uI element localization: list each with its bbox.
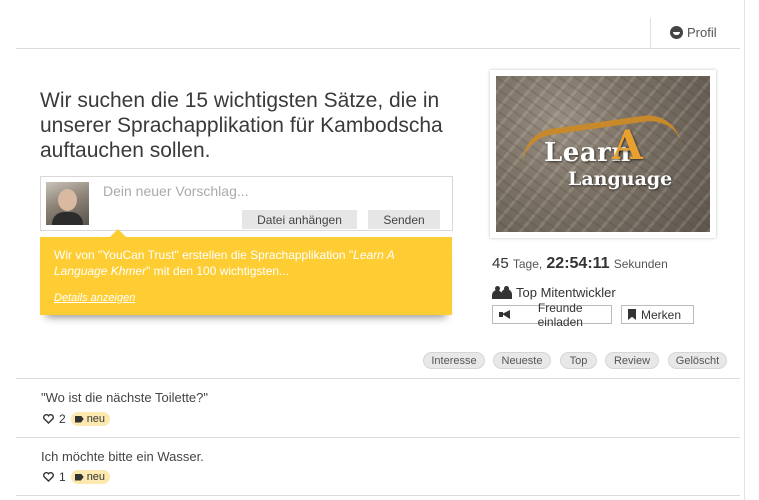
topbar-divider — [650, 18, 651, 48]
top-bar: Profil — [16, 0, 740, 49]
filter-interesse[interactable]: Interesse — [423, 352, 485, 369]
countdown-seconds-label: Sekunden — [613, 257, 668, 271]
filter-neueste[interactable]: Neueste — [493, 352, 551, 369]
suggestion-text[interactable]: "Wo ist die nächste Toilette?" — [41, 390, 208, 405]
info-text-suffix: " mit den 100 wichtigsten... — [146, 264, 290, 278]
profile-link[interactable]: Profil — [670, 25, 717, 40]
people-icon — [492, 286, 512, 299]
status-badge-label: neu — [86, 413, 106, 425]
filter-top[interactable]: Top — [560, 352, 597, 369]
heart-icon[interactable] — [43, 414, 54, 424]
info-text-prefix: Wir von "YouCan Trust" erstellen die Spr… — [54, 248, 354, 262]
countdown-days-label: Tage, — [512, 257, 543, 271]
heart-icon[interactable] — [43, 472, 54, 482]
logo-a: A — [612, 122, 644, 169]
logo-language: Language — [568, 168, 673, 190]
like-count: 2 — [59, 412, 66, 426]
stone-relief-image: Learn A Language — [496, 76, 710, 232]
bookmark-button[interactable]: Merken — [621, 305, 694, 324]
info-callout: Wir von "YouCan Trust" erstellen die Spr… — [40, 229, 452, 315]
filter-geloescht[interactable]: Gelöscht — [668, 352, 727, 369]
status-badge: neu — [70, 412, 111, 426]
like-count: 1 — [59, 470, 66, 484]
bookmark-icon — [628, 309, 636, 320]
top-developers-link[interactable]: Top Mitentwickler — [492, 285, 616, 300]
suggestion-text[interactable]: Ich möchte bitte ein Wasser. — [41, 449, 204, 464]
status-badge-label: neu — [86, 471, 106, 483]
user-icon — [670, 26, 683, 39]
megaphone-icon — [499, 310, 511, 319]
suggestion-input[interactable] — [101, 182, 435, 200]
challenge-headline: Wir suchen die 15 wichtigsten Sätze, die… — [40, 89, 443, 162]
tag-icon — [74, 473, 84, 481]
status-badge: neu — [70, 470, 111, 484]
details-link[interactable]: Details anzeigen — [54, 290, 135, 306]
list-divider — [16, 495, 740, 496]
bookmark-label: Merken — [641, 307, 682, 322]
top-developers-label: Top Mitentwickler — [516, 285, 616, 300]
suggestion-meta: 2 neu — [43, 412, 111, 426]
countdown: 45 Tage, 22:54:11 Sekunden — [492, 255, 668, 273]
tag-icon — [74, 415, 84, 423]
info-text: Wir von "YouCan Trust" erstellen die Spr… — [54, 247, 434, 279]
send-button[interactable]: Senden — [368, 210, 440, 229]
attach-file-button[interactable]: Datei anhängen — [242, 210, 357, 229]
list-divider — [16, 378, 740, 379]
page-border-right — [744, 0, 745, 500]
suggestion-meta: 1 neu — [43, 470, 111, 484]
filter-review[interactable]: Review — [605, 352, 659, 369]
suggestion-composer: Datei anhängen Senden — [40, 176, 453, 231]
profile-label: Profil — [687, 25, 717, 40]
countdown-days: 45 — [492, 255, 509, 272]
list-divider — [16, 437, 740, 438]
invite-friends-label: Freunde einladen — [537, 300, 583, 329]
countdown-time: 22:54:11 — [546, 255, 610, 272]
hero-image: Learn A Language — [490, 70, 716, 238]
avatar — [46, 182, 89, 225]
invite-friends-button[interactable]: Freunde einladen — [492, 301, 612, 329]
